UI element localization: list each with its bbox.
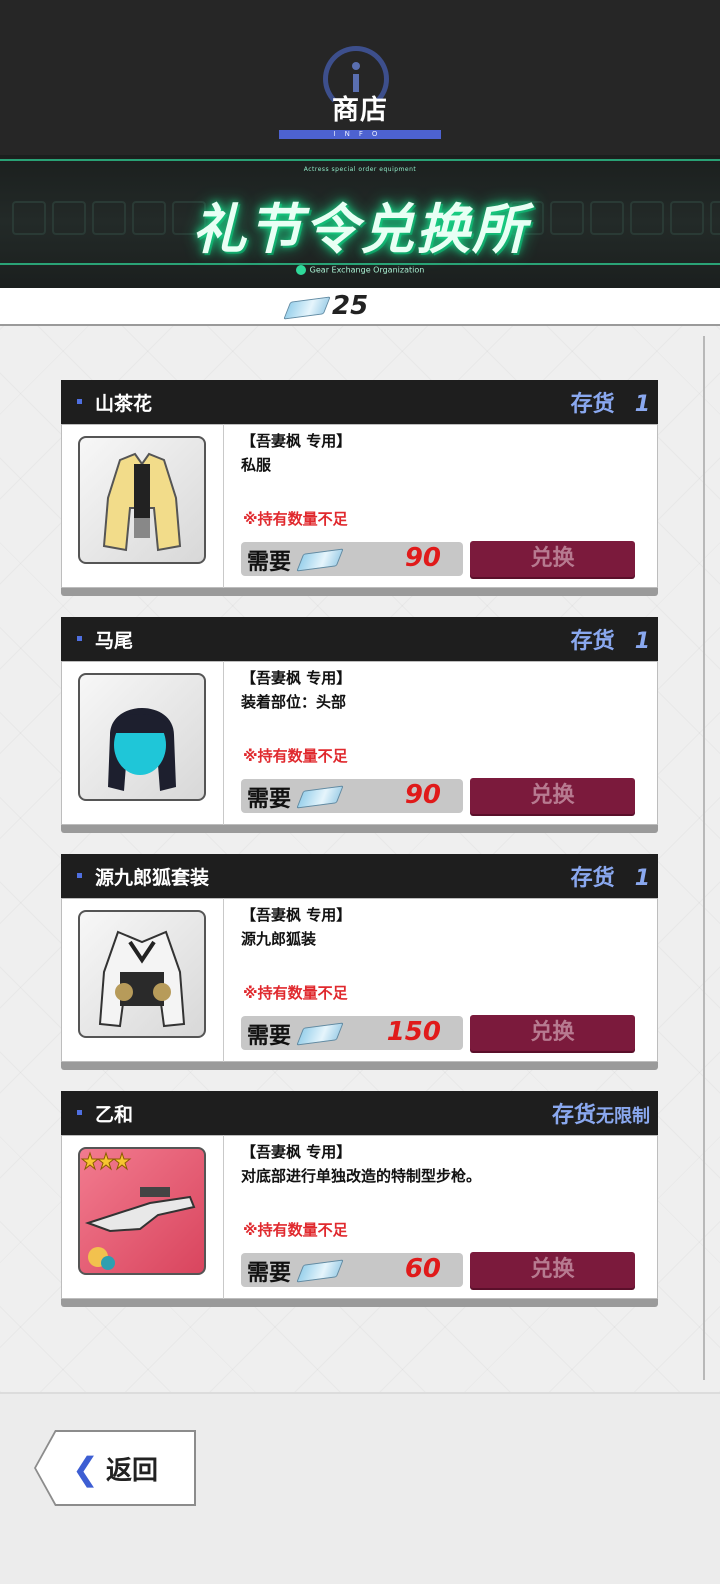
currency-bar: 25 (0, 288, 720, 326)
item-warning: ※持有数量不足 (243, 747, 348, 765)
item-description: 私服 (241, 456, 272, 474)
fox-costume-icon (78, 910, 206, 1038)
gear-logo-icon (295, 265, 306, 275)
currency-amount: 25 (332, 291, 369, 321)
need-label: 需要 (247, 550, 292, 575)
need-label: 需要 (247, 787, 292, 812)
cost-bar: 需要 90 (241, 779, 463, 813)
stock-label: 存货 (570, 392, 615, 417)
stock-label: 存货 (551, 1103, 596, 1128)
shop-item-card: 山茶花 存货 1 【吾妻枫 专用】 私服 ※持有数量不足 需要 90 兑换 (61, 380, 658, 596)
cost-value: 60 (404, 1254, 441, 1284)
list-scrollbar[interactable] (703, 336, 705, 1380)
stock-value: 1 (634, 392, 650, 417)
stock-value: 无限制 (596, 1106, 650, 1127)
item-name: 源九郎狐套装 (95, 867, 210, 889)
chevron-left-icon: ❮ (72, 1450, 99, 1488)
back-button[interactable]: ❮ 返回 (34, 1430, 196, 1506)
item-header: 马尾 存货 1 (61, 617, 658, 661)
shop-item-card: 马尾 存货 1 【吾妻枫 专用】 装着部位：头部 ※持有数量不足 需要 90 兑换 (61, 617, 658, 833)
item-stock: 存货 1 (571, 623, 650, 655)
cost-bar: 需要 90 (241, 542, 463, 576)
need-label: 需要 (247, 1024, 292, 1049)
stock-label: 存货 (570, 629, 615, 654)
item-exclusive: 【吾妻枫 专用】 (241, 669, 352, 687)
item-warning: ※持有数量不足 (243, 510, 348, 528)
bullet-icon (77, 1110, 82, 1115)
stock-label: 存货 (570, 866, 615, 891)
rifle-weapon-icon (78, 1147, 206, 1275)
rarity-stars (80, 1151, 132, 1171)
shop-item-card: 乙和 存货无限制 【吾妻枫 专用】 对底部进行单独改造的特制型步枪。 ※持有数量… (61, 1091, 658, 1307)
item-name: 马尾 (95, 630, 134, 652)
item-description: 源九郎狐装 (241, 930, 317, 948)
cost-value: 90 (404, 543, 441, 573)
exchange-button[interactable]: 兑换 (470, 541, 635, 577)
item-header: 山茶花 存货 1 (61, 380, 658, 424)
banner-organization-label: Gear Exchange Organization (309, 265, 425, 275)
bullet-icon (77, 636, 82, 641)
item-exclusive: 【吾妻枫 专用】 (241, 432, 352, 450)
item-stock: 存货 1 (571, 860, 650, 892)
cost-bar: 需要 150 (241, 1016, 463, 1050)
item-header: 源九郎狐套装 存货 1 (61, 854, 658, 898)
shop-banner: Actress special order equipment 礼节令兑换所 G… (0, 155, 720, 288)
stock-value: 1 (634, 629, 650, 654)
ticket-icon (296, 1022, 344, 1046)
item-warning: ※持有数量不足 (243, 984, 348, 1002)
cost-bar: 需要 60 (241, 1253, 463, 1287)
top-bar: 商店 INFO (0, 0, 720, 155)
item-description: 装着部位：头部 (241, 693, 347, 711)
item-warning: ※持有数量不足 (243, 1221, 348, 1239)
ticket-icon (296, 1259, 344, 1283)
bullet-icon (77, 399, 82, 404)
ticket-icon (283, 296, 331, 320)
item-name: 乙和 (95, 1104, 134, 1126)
cost-value: 90 (404, 780, 441, 810)
item-exclusive: 【吾妻枫 专用】 (241, 906, 352, 924)
exchange-button[interactable]: 兑换 (470, 778, 635, 814)
cost-value: 150 (386, 1017, 441, 1047)
need-label: 需要 (247, 1261, 292, 1286)
banner-title: 礼节令兑换所 (192, 198, 528, 261)
back-label: 返回 (106, 1456, 159, 1486)
bullet-icon (77, 873, 82, 878)
ponytail-hair-icon (78, 673, 206, 801)
banner-subtitle: Actress special order equipment (303, 166, 417, 173)
item-header: 乙和 存货无限制 (61, 1091, 658, 1135)
info-label: INFO (279, 130, 441, 139)
jacket-outfit-icon (78, 436, 206, 564)
shop-item-card: 源九郎狐套装 存货 1 【吾妻枫 专用】 源九郎狐装 ※持有数量不足 需要 150… (61, 854, 658, 1070)
stock-value: 1 (634, 866, 650, 891)
item-stock: 存货无限制 (552, 1097, 650, 1129)
item-description: 对底部进行单独改造的特制型步枪。 (241, 1167, 482, 1185)
ticket-icon (296, 785, 344, 809)
exchange-button[interactable]: 兑换 (470, 1252, 635, 1288)
banner-top-line (0, 159, 720, 161)
info-icon-dot (352, 62, 360, 70)
banner-organization: Gear Exchange Organization (0, 265, 720, 275)
item-stock: 存货 1 (571, 386, 650, 418)
page-title: 商店 (332, 95, 388, 126)
exchange-button[interactable]: 兑换 (470, 1015, 635, 1051)
item-name: 山茶花 (95, 393, 153, 415)
ticket-icon (296, 548, 344, 572)
item-exclusive: 【吾妻枫 专用】 (241, 1143, 352, 1161)
